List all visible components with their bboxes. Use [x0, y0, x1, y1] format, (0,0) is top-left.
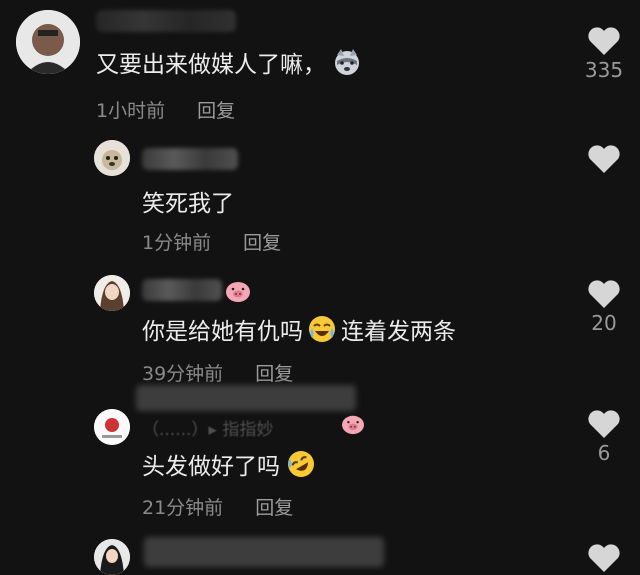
- reply-button[interactable]: 回复: [243, 228, 281, 255]
- like-button[interactable]: 335: [580, 26, 628, 82]
- laugh-cry-emoji: [307, 314, 337, 344]
- comment-time: 21分钟前: [142, 497, 224, 519]
- pig-emoji: [224, 279, 252, 303]
- username-partial-text: （......）▸ 指指妙: [142, 420, 274, 440]
- like-button[interactable]: 6: [580, 409, 628, 465]
- comment-text-part-1: 你是给她有仇吗: [142, 319, 303, 345]
- comment-text-content: 笑死我了: [142, 191, 234, 217]
- reply-button[interactable]: 回复: [255, 359, 293, 386]
- heart-icon: [588, 544, 620, 572]
- heart-icon: [588, 27, 620, 55]
- wolf-emoji: [332, 47, 362, 77]
- comment-meta: 1分钟前 回复: [142, 228, 281, 255]
- username-blurred[interactable]: [142, 279, 222, 301]
- like-count: 20: [591, 311, 617, 335]
- reply-item: （......）▸ 指指妙 头发做好了吗 21分钟前 回复 6: [0, 385, 640, 527]
- avatar[interactable]: [94, 539, 130, 575]
- comment-text-content: 头发做好了吗: [142, 454, 280, 480]
- comment-text-part-2: 连着发两条: [341, 319, 456, 345]
- comment-time: 39分钟前: [142, 363, 224, 385]
- reply-item: 你是给她有仇吗 连着发两条 39分钟前 回复 20: [0, 265, 640, 397]
- rofl-emoji: [286, 449, 316, 479]
- comment-text-content: 又要出来做媒人了嘛，: [96, 52, 326, 78]
- heart-icon: [588, 280, 620, 308]
- like-count: 6: [597, 441, 611, 465]
- username-blurred[interactable]: [144, 537, 384, 567]
- comment-meta: 39分钟前 回复: [142, 359, 293, 386]
- username-blurred[interactable]: [142, 148, 238, 170]
- like-count: 335: [584, 58, 624, 82]
- like-button[interactable]: [580, 543, 628, 573]
- heart-icon: [588, 145, 620, 173]
- avatar[interactable]: [94, 140, 130, 176]
- username-partial[interactable]: （......）▸ 指指妙: [142, 415, 273, 440]
- comment-text: 你是给她有仇吗 连着发两条: [142, 312, 456, 346]
- username-blurred[interactable]: [96, 10, 236, 32]
- comment-text: 又要出来做媒人了嘛，: [96, 45, 362, 79]
- like-button[interactable]: 20: [580, 279, 628, 335]
- comment-text: 头发做好了吗: [142, 447, 316, 481]
- reply-button[interactable]: 回复: [255, 493, 293, 520]
- pig-emoji: [340, 413, 366, 435]
- reply-button[interactable]: 回复: [197, 96, 235, 123]
- like-button[interactable]: [580, 144, 628, 174]
- reply-item: [0, 527, 640, 575]
- avatar[interactable]: [16, 10, 80, 74]
- comment-meta: 21分钟前 回复: [142, 493, 293, 520]
- comment-meta: 1小时前 回复: [96, 96, 235, 123]
- heart-icon: [588, 410, 620, 438]
- comment-time: 1分钟前: [142, 232, 212, 254]
- avatar[interactable]: [94, 409, 130, 445]
- blur-overlay: [136, 385, 356, 411]
- comment-text: 笑死我了: [142, 184, 234, 218]
- comment-item: 又要出来做媒人了嘛， 1小时前 回复 335: [0, 0, 640, 140]
- reply-item: 笑死我了 1分钟前 回复: [0, 140, 640, 265]
- comment-time: 1小时前: [96, 100, 166, 122]
- avatar[interactable]: [94, 275, 130, 311]
